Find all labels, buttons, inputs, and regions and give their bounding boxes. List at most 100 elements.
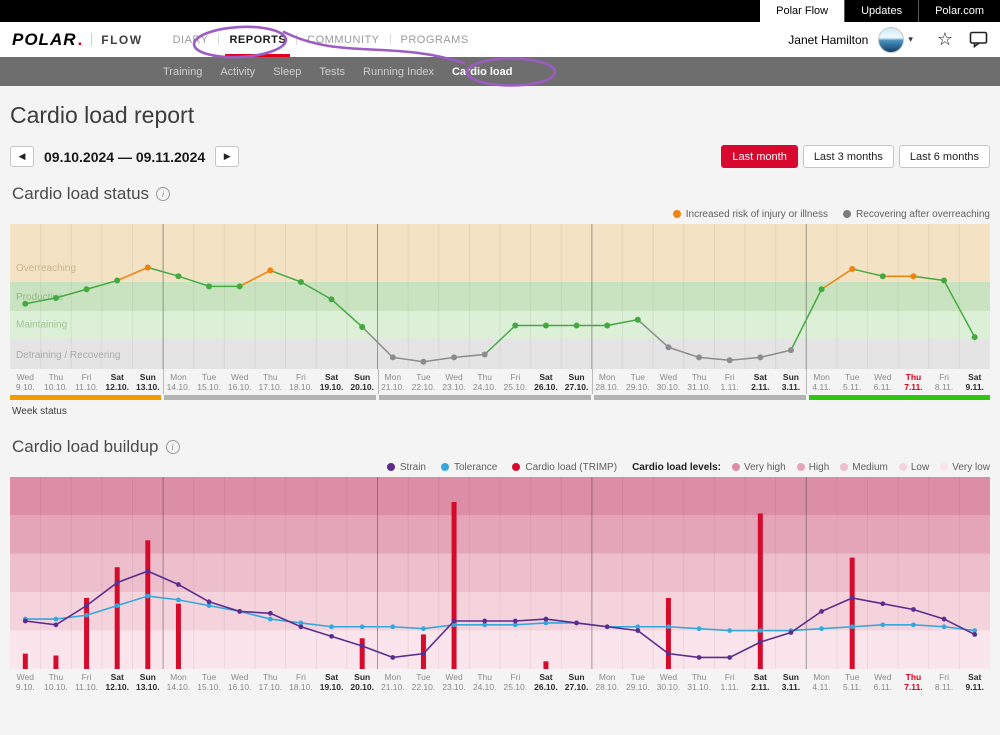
trimp-bar[interactable] — [758, 513, 763, 669]
tolerance-point[interactable] — [115, 603, 120, 608]
tolerance-point[interactable] — [268, 617, 273, 622]
status-point[interactable] — [880, 273, 886, 279]
user-avatar[interactable] — [878, 27, 904, 53]
tolerance-point[interactable] — [360, 624, 365, 629]
prev-period-button[interactable]: ◀ — [10, 146, 34, 167]
buildup-chart-svg[interactable] — [10, 477, 990, 669]
strain-point[interactable] — [207, 599, 212, 604]
strain-point[interactable] — [666, 651, 671, 656]
tolerance-point[interactable] — [390, 624, 395, 629]
info-icon[interactable]: i — [166, 440, 180, 454]
tolerance-point[interactable] — [666, 624, 671, 629]
status-point[interactable] — [206, 283, 212, 289]
strain-point[interactable] — [268, 611, 273, 616]
status-point[interactable] — [114, 278, 120, 284]
info-icon[interactable]: i — [156, 187, 170, 201]
status-point[interactable] — [53, 295, 59, 301]
status-point[interactable] — [482, 352, 488, 358]
subnav-item-sleep[interactable]: Sleep — [273, 66, 301, 78]
strain-point[interactable] — [176, 582, 181, 587]
user-name[interactable]: Janet Hamilton — [788, 33, 868, 47]
status-point[interactable] — [298, 279, 304, 285]
strain-point[interactable] — [972, 632, 977, 637]
strain-point[interactable] — [697, 655, 702, 660]
tolerance-point[interactable] — [727, 628, 732, 633]
tolerance-point[interactable] — [911, 622, 916, 627]
tolerance-point[interactable] — [758, 628, 763, 633]
status-point[interactable] — [175, 273, 181, 279]
topbar-tab-polar-com[interactable]: Polar.com — [918, 0, 1000, 22]
strain-point[interactable] — [329, 634, 334, 639]
topbar-tab-polar-flow[interactable]: Polar Flow — [760, 0, 844, 22]
cardio-load-status-chart[interactable]: OverreachingProductiveMaintainingDetrain… — [10, 224, 990, 400]
status-point[interactable] — [359, 324, 365, 330]
status-point[interactable] — [910, 273, 916, 279]
status-point[interactable] — [972, 334, 978, 340]
strain-point[interactable] — [299, 624, 304, 629]
strain-point[interactable] — [513, 619, 518, 624]
nav-item-programs[interactable]: PROGRAMS — [391, 22, 479, 57]
status-point[interactable] — [665, 344, 671, 350]
trimp-bar[interactable] — [452, 502, 457, 669]
trimp-bar[interactable] — [23, 654, 28, 669]
status-point[interactable] — [390, 354, 396, 360]
strain-point[interactable] — [544, 617, 549, 622]
strain-point[interactable] — [145, 569, 150, 574]
subnav-item-tests[interactable]: Tests — [319, 66, 345, 78]
trimp-bar[interactable] — [850, 558, 855, 669]
strain-point[interactable] — [911, 607, 916, 612]
week-status-bar[interactable] — [809, 395, 991, 400]
range-button-last-6-months[interactable]: Last 6 months — [899, 145, 990, 168]
strain-point[interactable] — [115, 580, 120, 585]
status-point[interactable] — [237, 283, 243, 289]
status-point[interactable] — [543, 323, 549, 329]
status-point[interactable] — [757, 354, 763, 360]
trimp-bar[interactable] — [53, 656, 58, 669]
status-point[interactable] — [267, 267, 273, 273]
status-chart-svg[interactable]: OverreachingProductiveMaintainingDetrain… — [10, 224, 990, 369]
subnav-item-training[interactable]: Training — [163, 66, 202, 78]
strain-point[interactable] — [390, 655, 395, 660]
strain-point[interactable] — [23, 619, 28, 624]
subnav-item-cardio-load[interactable]: Cardio load — [452, 66, 513, 78]
nav-item-reports[interactable]: REPORTS — [219, 22, 296, 57]
nav-item-diary[interactable]: DIARY — [163, 22, 219, 57]
tolerance-point[interactable] — [880, 622, 885, 627]
tolerance-point[interactable] — [54, 617, 59, 622]
status-point[interactable] — [22, 301, 28, 307]
tolerance-point[interactable] — [697, 626, 702, 631]
status-point[interactable] — [788, 347, 794, 353]
strain-point[interactable] — [574, 621, 579, 626]
cardio-load-buildup-chart[interactable]: Wed9.10.Thu10.10.Fri11.10.Sat12.10.Sun13… — [10, 477, 990, 692]
strain-point[interactable] — [880, 601, 885, 606]
tolerance-point[interactable] — [145, 594, 150, 599]
next-period-button[interactable]: ▶ — [215, 146, 239, 167]
favorites-star-icon[interactable]: ☆ — [937, 29, 953, 50]
tolerance-point[interactable] — [850, 624, 855, 629]
status-point[interactable] — [512, 323, 518, 329]
week-status-bar[interactable] — [379, 395, 591, 400]
trimp-bar[interactable] — [360, 638, 365, 669]
status-point[interactable] — [696, 354, 702, 360]
status-point[interactable] — [604, 323, 610, 329]
polar-logo[interactable]: POLAR . FLOW — [12, 30, 143, 50]
tolerance-point[interactable] — [942, 624, 947, 629]
status-point[interactable] — [145, 265, 151, 271]
week-status-bar[interactable] — [164, 395, 376, 400]
strain-point[interactable] — [421, 651, 426, 656]
status-point[interactable] — [451, 354, 457, 360]
week-status-bar[interactable] — [10, 395, 161, 400]
tolerance-point[interactable] — [329, 624, 334, 629]
strain-point[interactable] — [54, 622, 59, 627]
status-point[interactable] — [941, 278, 947, 284]
tolerance-point[interactable] — [176, 597, 181, 602]
strain-point[interactable] — [605, 624, 610, 629]
strain-point[interactable] — [360, 644, 365, 649]
status-point[interactable] — [635, 317, 641, 323]
strain-point[interactable] — [727, 655, 732, 660]
subnav-item-activity[interactable]: Activity — [220, 66, 255, 78]
tolerance-point[interactable] — [819, 626, 824, 631]
subnav-item-running-index[interactable]: Running Index — [363, 66, 434, 78]
tolerance-point[interactable] — [84, 613, 89, 618]
strain-point[interactable] — [84, 603, 89, 608]
